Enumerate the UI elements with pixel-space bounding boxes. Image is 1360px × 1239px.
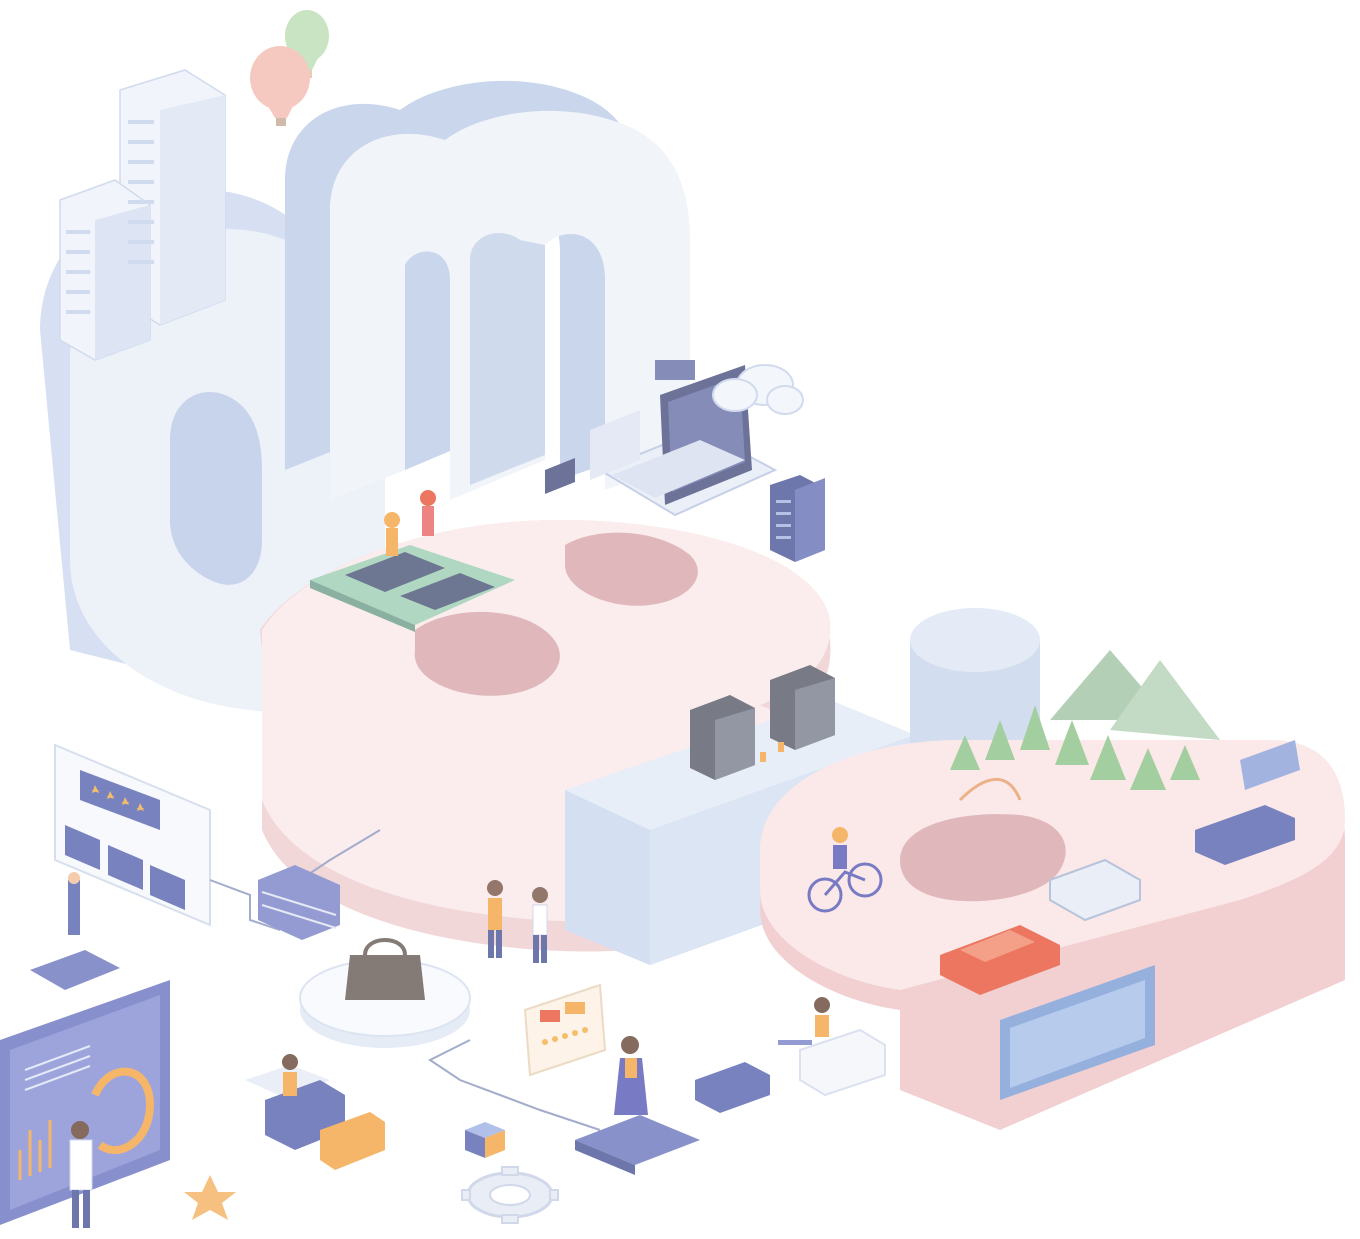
isometric-omni-illustration xyxy=(0,0,1360,1239)
fade-overlay xyxy=(0,0,1360,1239)
